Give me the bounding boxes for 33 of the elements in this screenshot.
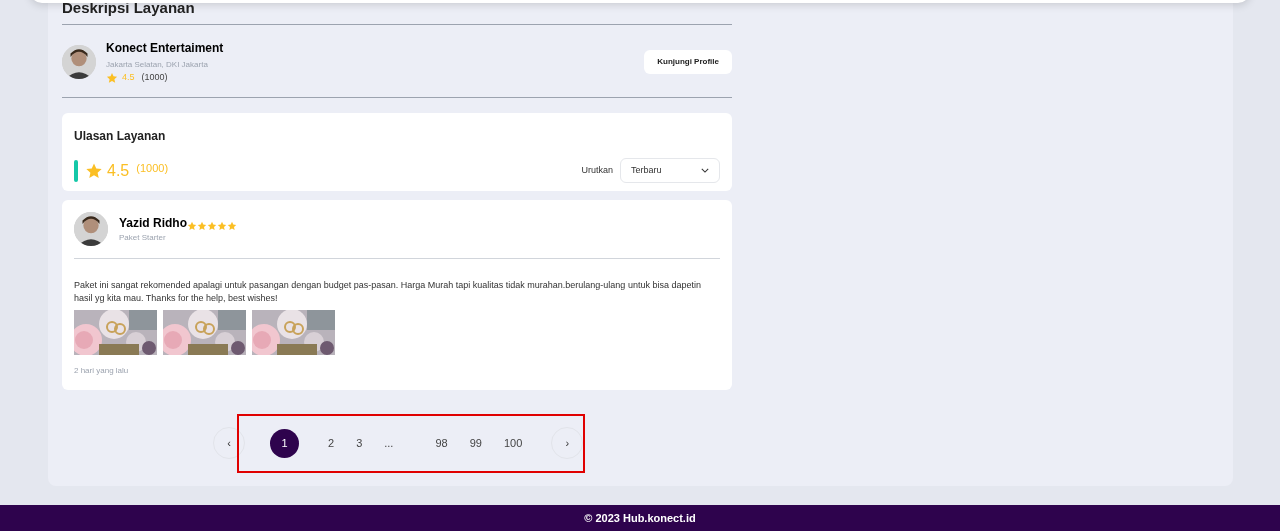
section-title: Deskripsi Layanan bbox=[62, 0, 196, 16]
rating-value: 4.5 bbox=[122, 70, 135, 84]
footer-text: © 2023 Hub.konect.id bbox=[584, 510, 696, 526]
package-name: Paket Starter bbox=[119, 232, 167, 244]
provider-name: Konect Entertaiment bbox=[106, 39, 225, 57]
star-icon bbox=[187, 221, 197, 231]
star-icon bbox=[197, 221, 207, 231]
page-button[interactable]: 100 bbox=[493, 428, 533, 458]
page-button[interactable]: 1 bbox=[270, 428, 299, 458]
avatar bbox=[62, 44, 96, 79]
review-time: 2 hari yang lalu bbox=[74, 365, 130, 377]
review-text: Paket ini sangat rekomended apalagi untuk pasangan dengan budget pas-pasan. Harga Murah tapi kualitas tidak murahan.berulang-ulang untuk bisa dapetin hasil yg kita mau. Thanks for the help, best wishes! bbox=[74, 279, 702, 305]
page-button[interactable]: 2 bbox=[318, 428, 345, 458]
reviewer-name: Yazid Ridho bbox=[119, 215, 187, 232]
star-icon bbox=[207, 221, 217, 231]
chevron-down-icon bbox=[701, 168, 709, 173]
page-button[interactable]: 99 bbox=[459, 428, 492, 458]
avatar bbox=[74, 212, 108, 246]
star-icon bbox=[217, 221, 227, 231]
rating-value: 4.5 bbox=[107, 160, 130, 181]
summary-title: Ulasan Layanan bbox=[74, 128, 167, 145]
sort-label: Urutkan bbox=[581, 163, 613, 177]
rating-count: (1000) bbox=[136, 161, 169, 177]
accent-bar bbox=[74, 159, 78, 182]
sort-dropdown[interactable]: Terbaru bbox=[620, 158, 720, 183]
visit-profile-button[interactable]: Kunjungi Profile bbox=[644, 49, 732, 74]
provider-location: Jakarta Selatan, DKI Jakarta bbox=[106, 58, 209, 71]
star-icon bbox=[227, 221, 237, 231]
star-icon bbox=[106, 71, 118, 84]
page-button[interactable]: 3 bbox=[346, 428, 373, 458]
page-button[interactable]: ... bbox=[374, 428, 404, 458]
page-button[interactable]: 98 bbox=[425, 428, 458, 458]
rating-count: (1000) bbox=[141, 70, 168, 84]
